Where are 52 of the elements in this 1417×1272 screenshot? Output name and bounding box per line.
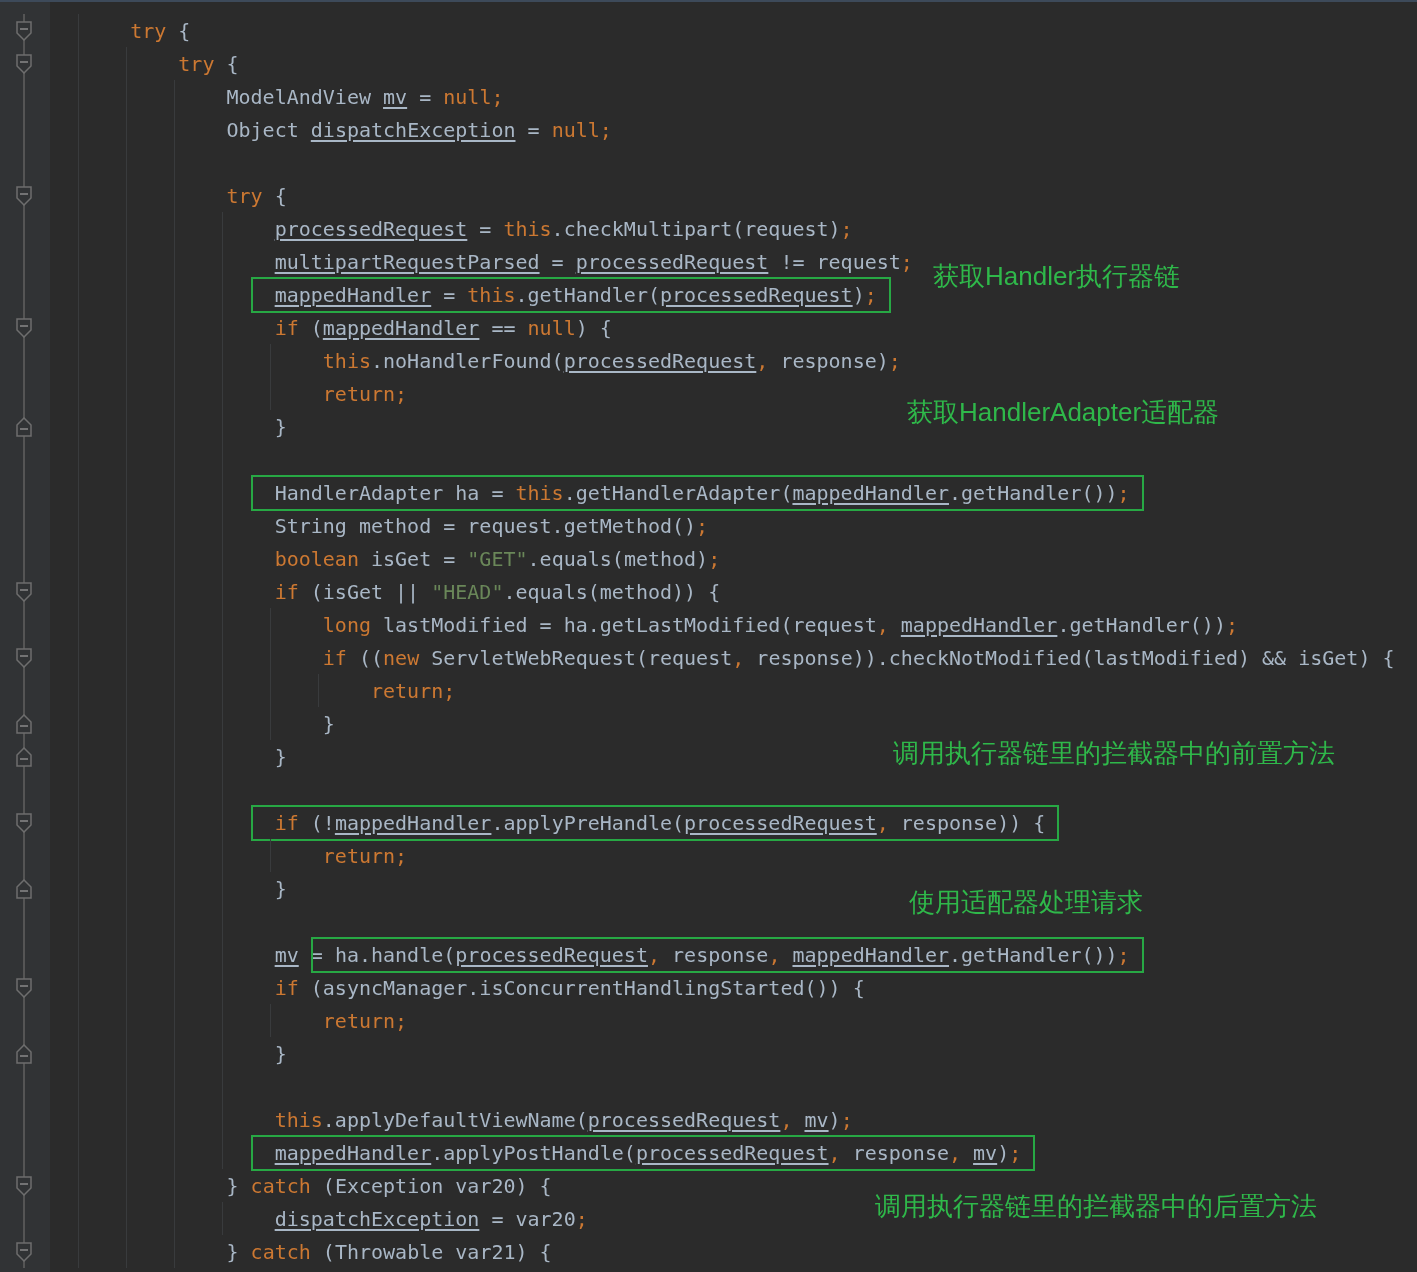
code-line: } catch (Throwable var21) { [225,1239,552,1264]
code-line: if (asyncManager.isConcurrentHandlingStarted()) { [273,975,865,1000]
annotation-label: 调用执行器链里的拦截器中的前置方法 [893,738,1335,768]
code-line: } [273,1041,287,1066]
annotation-label: 调用执行器链里的拦截器中的后置方法 [875,1191,1317,1221]
code-line: HandlerAdapter ha = this.getHandlerAdapter(mappedHandler.getHandler()); [82,480,1130,505]
fold-icon[interactable] [16,186,32,206]
code-line: return; [370,678,456,703]
fold-icon[interactable] [16,21,32,41]
fold-icon[interactable] [16,1044,32,1064]
fold-icon[interactable] [16,417,32,437]
code-line: ModelAndView mv = null; [225,84,504,109]
fold-icon[interactable] [16,714,32,734]
code-line: if (!mappedHandler.applyPreHandle(processedRequest, response)) { [82,810,1046,835]
fold-icon[interactable] [16,1176,32,1196]
code-line: if (mappedHandler == null) { [273,315,612,340]
code-line: } [273,876,287,901]
fold-icon[interactable] [16,978,32,998]
code-line: dispatchException = var20; [273,1206,588,1231]
fold-icon[interactable] [16,648,32,668]
code-line: this.noHandlerFound(processedRequest, response); [321,348,901,373]
fold-icon[interactable] [16,879,32,899]
code-line: long lastModified = ha.getLastModified(request, mappedHandler.getHandler()); [321,612,1238,637]
annotation-label: 获取HandlerAdapter适配器 [907,397,1220,427]
annotation-label: 使用适配器处理请求 [909,887,1143,917]
code-line: multipartRequestParsed = processedRequest != request; [273,249,913,274]
fold-icon[interactable] [16,1242,32,1262]
code-line: processedRequest = this.checkMultipart(request); [273,216,853,241]
code-line: return; [321,381,408,406]
code-line: if ((new ServletWebRequest(request, response)).checkNotModified(lastModified) && isGet) { [321,645,1395,670]
code-line: Object dispatchException = null; [225,117,612,142]
annotation-label: 获取Handler执行器链 [933,261,1181,291]
fold-icon[interactable] [16,318,32,338]
code-line: } [321,711,335,736]
code-line: } catch (Exception var20) { [225,1173,552,1198]
code-line: try { [129,18,191,43]
fold-icon[interactable] [16,747,32,767]
fold-icon[interactable] [16,54,32,74]
code-line: if (isGet || "HEAD".equals(method)) { [273,579,721,604]
fold-icon[interactable] [16,582,32,602]
fold-icon[interactable] [16,813,32,833]
code-line: boolean isGet = "GET".equals(method); [273,546,721,571]
code-line: try { [225,183,287,208]
code-line: } [273,744,287,769]
code-line: this.applyDefaultViewName(processedRequest, mv); [273,1107,853,1132]
code-line: mappedHandler.applyPostHandle(processedRequest, response, mv); [82,1140,1022,1165]
code-line: return; [321,843,408,868]
code-line: return; [321,1008,408,1033]
code-line: String method = request.getMethod(); [273,513,709,538]
code-line: try { [177,51,239,76]
code-line: } [273,414,287,439]
code-line: mappedHandler = this.getHandler(processedRequest); [82,282,877,307]
